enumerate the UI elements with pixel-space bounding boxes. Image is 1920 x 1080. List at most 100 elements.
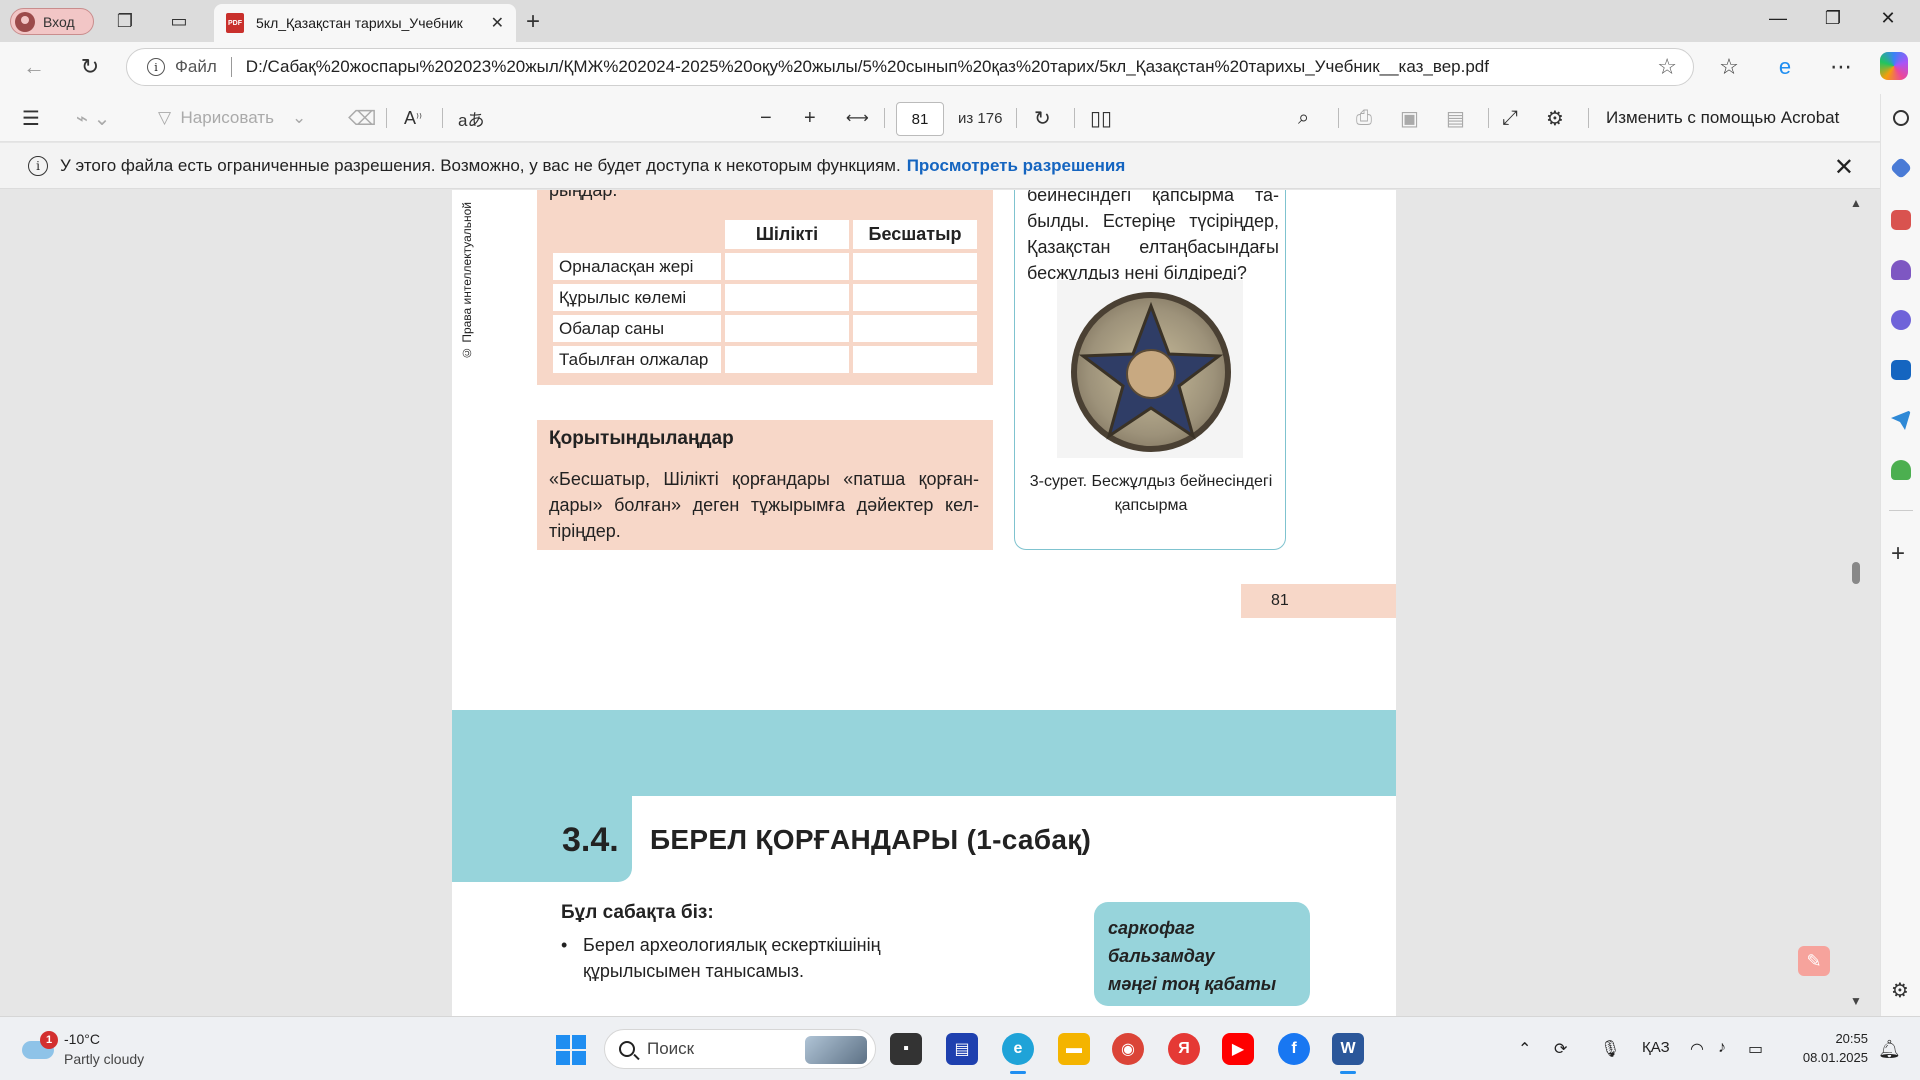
favorite-star-icon[interactable]: ☆: [1657, 54, 1677, 80]
zoom-in-icon[interactable]: +: [804, 106, 816, 130]
column-header: Бесшатыр: [853, 220, 977, 249]
keyword: мәңгі тоң қабаты: [1108, 974, 1277, 994]
page-number-input[interactable]: 81: [896, 102, 944, 136]
table-row: Құрылыс көлемі: [553, 284, 977, 311]
eraser-icon[interactable]: ⌫: [348, 106, 376, 130]
tag-icon[interactable]: [1889, 156, 1913, 180]
close-info-bar-icon[interactable]: ✕: [1834, 153, 1854, 182]
conclusion-heading: Қорытындылаңдар: [549, 428, 734, 449]
youtube-icon[interactable]: ▶: [1222, 1033, 1254, 1065]
tab-actions-icon[interactable]: ▭: [166, 9, 192, 33]
zoom-out-icon[interactable]: −: [760, 106, 772, 130]
file-explorer-icon[interactable]: ▬: [1058, 1033, 1090, 1065]
workspaces-icon[interactable]: ❐: [112, 9, 138, 33]
task-table-box: рыңдар. Шілікті Бесшатыр Орналасқан жері…: [537, 190, 993, 385]
column-header: Шілікті: [725, 220, 849, 249]
read-aloud-icon[interactable]: A ⁾⁾: [404, 106, 422, 130]
lesson-number: 3.4.: [562, 821, 619, 859]
microphone-icon[interactable]: 🎙︎: [1600, 1039, 1620, 1059]
save-app-icon[interactable]: ▤: [946, 1033, 978, 1065]
objectives-heading: Бұл сабақта біз:: [561, 902, 714, 923]
page-view-icon[interactable]: ▯▯: [1090, 106, 1112, 130]
print-icon[interactable]: ⎙: [1356, 106, 1372, 130]
acrobat-icon[interactable]: ✎: [1798, 946, 1830, 976]
clock[interactable]: 20:55 08.01.2025: [1792, 1029, 1868, 1067]
scroll-up-arrow-icon[interactable]: ▲: [1850, 196, 1862, 210]
volume-icon[interactable]: ♪: [1718, 1039, 1726, 1057]
save-icon[interactable]: ▣: [1400, 106, 1419, 130]
games-icon[interactable]: [1891, 260, 1911, 280]
copilot-sidebar-icon[interactable]: [1891, 310, 1911, 330]
start-button[interactable]: [556, 1035, 586, 1065]
sidebar-settings-icon[interactable]: ⚙: [1891, 978, 1909, 1003]
edge-taskbar-icon[interactable]: e: [1002, 1033, 1034, 1074]
chrome-icon[interactable]: ◉: [1112, 1033, 1144, 1065]
translate-icon[interactable]: aあ: [458, 106, 484, 130]
close-window-icon[interactable]: ✕: [1873, 8, 1903, 29]
highlight-icon[interactable]: ⌁ ⌄: [76, 106, 110, 130]
divider: [1074, 108, 1075, 128]
keyword: бальзамдау: [1108, 946, 1215, 966]
scroll-down-arrow-icon[interactable]: ▼: [1850, 994, 1862, 1008]
notifications-bell-icon[interactable]: 🔔︎: [1878, 1039, 1901, 1060]
divider: [1588, 108, 1589, 128]
pdf-viewer[interactable]: © Права интеллектуальной рыңдар. Шілікті…: [0, 190, 1866, 1016]
view-permissions-link[interactable]: Просмотреть разрешения: [907, 156, 1126, 176]
date: 08.01.2025: [1802, 1050, 1868, 1065]
close-tab-icon[interactable]: ✕: [491, 13, 504, 33]
search-sidebar-icon[interactable]: [1893, 110, 1909, 126]
edge-icon[interactable]: e: [1770, 54, 1800, 80]
weather-description: Partly cloudy: [64, 1051, 145, 1067]
rotate-icon[interactable]: ↻: [1034, 106, 1051, 130]
site-info-icon[interactable]: i: [147, 58, 165, 76]
new-tab-icon[interactable]: +: [526, 8, 540, 36]
taskbar-search[interactable]: Поиск: [604, 1029, 876, 1069]
favorites-icon[interactable]: ☆: [1714, 54, 1744, 80]
permissions-message: У этого файла есть ограниченные разрешен…: [60, 155, 901, 175]
more-menu-icon[interactable]: ⋯: [1826, 54, 1856, 80]
show-hidden-icons-icon[interactable]: ⌃: [1518, 1039, 1531, 1059]
restore-icon[interactable]: ❐: [1818, 8, 1848, 29]
address-bar[interactable]: i Файл D:/Сабақ%20жоспары%202023%20жыл/Қ…: [126, 48, 1694, 86]
facebook-icon[interactable]: f: [1278, 1033, 1310, 1065]
settings-gear-icon[interactable]: ⚙: [1546, 106, 1564, 130]
fit-width-icon[interactable]: ⟷: [846, 106, 869, 130]
save-as-icon[interactable]: ▤: [1446, 106, 1465, 130]
battery-icon[interactable]: ▭: [1748, 1039, 1763, 1059]
sync-icon[interactable]: ⟳: [1554, 1039, 1567, 1059]
send-icon[interactable]: [1891, 410, 1911, 430]
tools-icon[interactable]: [1891, 210, 1911, 230]
copilot-icon[interactable]: [1880, 52, 1908, 80]
minimize-icon[interactable]: —: [1763, 8, 1793, 29]
fullscreen-icon[interactable]: ⤢: [1502, 106, 1518, 130]
task-view-icon[interactable]: ▪: [890, 1033, 922, 1065]
edit-with-acrobat-button[interactable]: Изменить с помощью Acrobat: [1606, 108, 1839, 128]
language-indicator[interactable]: ҚАЗ: [1642, 1039, 1670, 1056]
edge-sidebar: + ⚙: [1880, 94, 1920, 1016]
tree-icon[interactable]: [1891, 460, 1911, 480]
profile-button[interactable]: Вход: [10, 8, 94, 35]
table-cell: [853, 315, 977, 342]
tab-active[interactable]: PDF 5кл_Қазақстан тарихы_Учебник ✕: [214, 4, 516, 42]
refresh-icon[interactable]: ↻: [76, 54, 104, 80]
search-icon[interactable]: ⌕: [1298, 106, 1309, 130]
row-header: Құрылыс көлемі: [553, 284, 721, 311]
outlook-icon[interactable]: [1891, 360, 1911, 380]
wifi-icon[interactable]: ◠: [1690, 1039, 1704, 1059]
copyright-watermark: © Права интеллектуальной: [460, 201, 474, 360]
vertical-scrollbar[interactable]: ▲ ▼: [1846, 190, 1866, 1016]
draw-label: Нарисовать: [180, 108, 274, 127]
draw-button[interactable]: ▽ Нарисовать ⌄: [158, 106, 306, 130]
url-text[interactable]: D:/Сабақ%20жоспары%202023%20жыл/ҚМЖ%2020…: [246, 57, 1657, 77]
word-icon[interactable]: W: [1332, 1033, 1364, 1074]
yandex-icon[interactable]: Я: [1168, 1033, 1200, 1065]
address-row: ← ↻ i Файл D:/Сабақ%20жоспары%202023%20ж…: [0, 42, 1920, 94]
divider: [1488, 108, 1489, 128]
back-icon[interactable]: ←: [20, 54, 48, 80]
scroll-thumb[interactable]: [1852, 562, 1860, 584]
add-icon[interactable]: +: [1891, 540, 1905, 568]
weather-widget[interactable]: 1: [22, 1031, 58, 1063]
contents-icon[interactable]: ☰: [22, 106, 40, 130]
permissions-info-bar: i У этого файла есть ограниченные разреш…: [0, 143, 1880, 189]
taskbar: 1 -10°C Partly cloudy Поиск ▪ ▤ e ▬ ◉ Я …: [0, 1016, 1920, 1080]
